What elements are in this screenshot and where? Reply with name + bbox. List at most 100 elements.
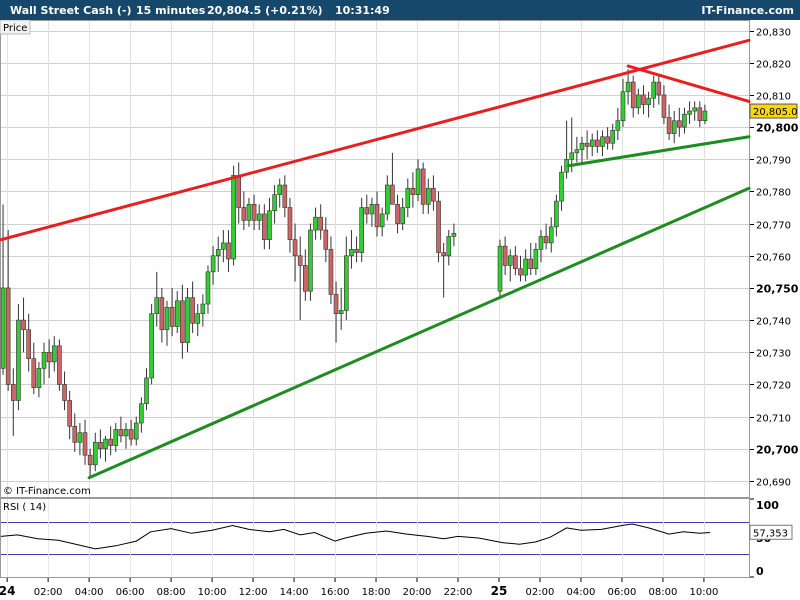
candle-body (328, 249, 334, 295)
candle-body (0, 287, 6, 369)
candle (149, 304, 154, 385)
candle-body (190, 297, 195, 324)
y-tick-label: 20,700 (756, 444, 799, 457)
y-tick-label: 20,780 (756, 188, 791, 199)
candle-body (92, 442, 98, 466)
source-label: IT-Finance.com (701, 3, 794, 17)
title-bar: Wall Street Cash (-) 15 minutes 20,804.5… (0, 0, 800, 20)
candle-body (57, 345, 62, 385)
candle-body (246, 204, 252, 221)
x-tick-label: 16:00 (321, 587, 350, 598)
price-label: Price (3, 23, 27, 34)
y-tick-label: 20,790 (756, 156, 791, 167)
candle (57, 339, 62, 391)
candle-body (82, 432, 88, 456)
time-label: 10:31:49 (335, 3, 390, 17)
rsi-label: RSI ( 14) (3, 502, 46, 513)
candle-body (425, 187, 431, 205)
candle-body (410, 187, 416, 195)
rsi-value-badge: 57,353 (749, 524, 793, 540)
x-axis: 24 02:00 04:00 06:00 08:00 10:00 12:00 14:00 16:… (0, 578, 718, 598)
rsi-tick-label: 0 (756, 565, 764, 578)
x-tick-label: 25 (491, 584, 508, 598)
candle-body (436, 200, 441, 253)
candle-body (338, 310, 344, 314)
candle-body (159, 297, 165, 331)
candle-body (282, 184, 288, 208)
candle-body (272, 194, 277, 212)
candle-body (251, 204, 257, 221)
candle-body (51, 345, 57, 363)
candle-body (46, 351, 52, 363)
rsi-panel (0, 498, 750, 578)
candle (497, 239, 503, 298)
candle-body (62, 384, 67, 401)
y-tick-label: 20,830 (756, 28, 791, 39)
candle-body (67, 400, 72, 427)
candle-body (16, 319, 21, 401)
candle-body (344, 255, 349, 311)
candle-body (210, 255, 216, 273)
candle-body (528, 258, 534, 269)
rsi-value-label: 57,353 (753, 528, 788, 539)
candle-body (41, 351, 47, 369)
x-tick-label: 08:00 (157, 587, 186, 598)
candle-body (692, 107, 697, 112)
candle (308, 223, 313, 301)
candle-body (133, 422, 139, 440)
candle-body (323, 229, 329, 250)
candle-body (395, 204, 400, 224)
candle-body (507, 255, 513, 266)
x-tick-label: 06:00 (116, 587, 145, 598)
candle-body (364, 207, 370, 215)
y-tick-label: 20,800 (756, 122, 799, 135)
candle-body (154, 297, 160, 314)
candle-body (226, 242, 231, 260)
x-tick-label: 22:00 (444, 587, 473, 598)
candle-body (185, 297, 190, 343)
candle-body (36, 368, 42, 388)
candle-body (610, 130, 616, 144)
y-tick-label: 20,770 (756, 221, 791, 232)
chart-canvas: 20,690 20,700 20,710 20,720 20,730 20,740 20,7… (0, 19, 799, 598)
candle-body (26, 329, 31, 360)
candle-body (128, 429, 134, 440)
candle-body (641, 94, 646, 105)
candle (436, 191, 441, 263)
candle-body (354, 249, 359, 253)
candle (231, 165, 236, 266)
x-tick-label: 24 (0, 584, 15, 598)
candle-body (405, 187, 411, 208)
candle-body (5, 287, 11, 385)
candle-body (600, 136, 605, 147)
candle-body (625, 81, 631, 93)
candle-body (221, 242, 226, 250)
candle-body (287, 207, 293, 241)
candle-body (303, 265, 308, 292)
candle-body (308, 229, 313, 292)
x-tick-label: 10:00 (690, 587, 719, 598)
candle-body (262, 213, 267, 241)
last-price-label: 20,805.0 (753, 107, 798, 118)
x-tick-label: 12:00 (239, 587, 268, 598)
candle-body (297, 255, 303, 266)
candle-body (518, 268, 523, 276)
candle-body (502, 245, 508, 266)
y-tick-label: 20,730 (756, 349, 791, 360)
last-price-badge: 20,805.0 (749, 103, 798, 119)
candle-body (200, 303, 206, 314)
candle-body (420, 168, 426, 205)
candle-body (589, 139, 595, 147)
y-tick-label: 20,720 (756, 381, 791, 392)
x-tick-label: 04:00 (75, 587, 104, 598)
candle-body (441, 252, 446, 257)
x-tick-label: 10:00 (198, 587, 227, 598)
candle-body (651, 81, 657, 99)
x-tick-label: 08:00 (649, 587, 678, 598)
candle-body (543, 236, 549, 244)
candle-body (390, 184, 395, 205)
candle-body (497, 245, 503, 292)
candle-body (144, 377, 149, 405)
candle-body (87, 454, 93, 466)
candle-body (31, 358, 37, 388)
